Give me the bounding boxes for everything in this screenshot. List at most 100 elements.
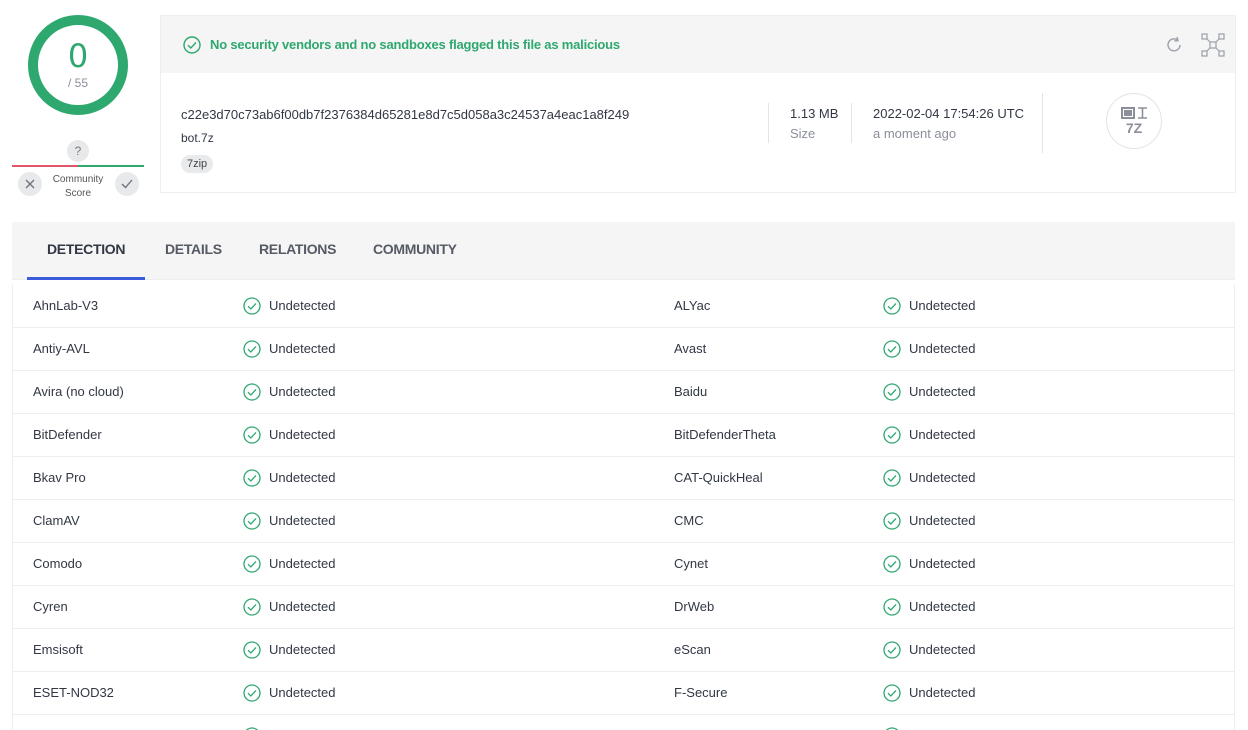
check-circle-icon — [243, 469, 269, 487]
detection-status: Undetected — [883, 629, 976, 671]
check-circle-icon — [243, 383, 269, 401]
status-text: Undetected — [909, 556, 976, 571]
file-hash[interactable]: c22e3d70c73ab6f00db7f2376384d65281e8d7c5… — [181, 107, 629, 122]
file-report-page: 0 / 55 ? Community Score No security ven… — [0, 0, 1248, 730]
vendor-name: Antiy-AVL — [33, 341, 90, 356]
status-text: Undetected — [909, 384, 976, 399]
check-circle-icon — [883, 297, 909, 315]
verdict-message: No security vendors and no sandboxes fla… — [210, 37, 620, 52]
check-circle-icon — [243, 512, 269, 530]
table-row: AhnLab-V3 Undetected ALYac Undetected — [13, 285, 1234, 328]
detection-status: Undetected — [243, 586, 336, 628]
tab-relations[interactable]: RELATIONS — [259, 222, 336, 280]
vendor-name: Cynet — [674, 556, 708, 571]
vendor-name: ClamAV — [33, 513, 80, 528]
check-circle-icon — [883, 426, 909, 444]
divider — [851, 103, 852, 143]
status-text: Undetected — [909, 513, 976, 528]
check-circle-icon — [883, 598, 909, 616]
table-row: Cyren Undetected DrWeb Undetected — [13, 586, 1234, 629]
detection-status: Undetected — [243, 500, 336, 542]
status-text: Undetected — [269, 298, 336, 313]
vendor-name: DrWeb — [674, 599, 715, 614]
file-size-label: Size — [790, 126, 816, 141]
table-row: Antiy-AVL Undetected Avast Undetected — [13, 328, 1234, 371]
file-type-text: 7Z — [1125, 120, 1143, 136]
detection-status — [243, 715, 269, 730]
detection-status: Undetected — [243, 414, 336, 456]
vote-harmful-button[interactable] — [18, 172, 42, 196]
community-score-bar — [12, 165, 144, 167]
check-circle-icon — [243, 426, 269, 444]
table-row: ESET-NOD32 Undetected F-Secure Undetected — [13, 672, 1234, 715]
vendor-name: Cyren — [33, 599, 68, 614]
vendor-name: BitDefender — [33, 427, 102, 442]
detection-status: Undetected — [243, 543, 336, 585]
detection-status: Undetected — [243, 672, 336, 714]
table-row: Avira (no cloud) Undetected Baidu Undetecte… — [13, 371, 1234, 414]
detection-table: AhnLab-V3 Undetected ALYac Undetected Antiy-… — [12, 285, 1235, 730]
table-row — [13, 715, 1234, 730]
check-circle-icon — [243, 297, 269, 315]
status-text: Undetected — [269, 685, 336, 700]
status-text: Undetected — [269, 599, 336, 614]
check-circle-icon — [883, 641, 909, 659]
tab-detection[interactable]: DETECTION — [26, 222, 146, 280]
file-tag[interactable]: 7zip — [181, 155, 214, 173]
reanalyze-icon[interactable] — [1163, 34, 1185, 56]
table-row: ClamAV Undetected CMC Undetected — [13, 500, 1234, 543]
table-row: Bkav Pro Undetected CAT-QuickHeal Undetecte… — [13, 457, 1234, 500]
table-row: Emsisoft Undetected eScan Undetected — [13, 629, 1234, 672]
status-text: Undetected — [909, 642, 976, 657]
vendor-name: Emsisoft — [33, 642, 83, 657]
detection-status: Undetected — [883, 543, 976, 585]
tab-community[interactable]: COMMUNITY — [373, 222, 457, 280]
check-circle-icon — [243, 555, 269, 573]
detection-status: Undetected — [883, 371, 976, 413]
file-size-value: 1.13 MB — [790, 106, 839, 121]
vote-harmless-button[interactable] — [115, 172, 139, 196]
vendor-name: ALYac — [674, 298, 711, 313]
status-text: Undetected — [909, 427, 976, 442]
check-circle-icon — [243, 641, 269, 659]
detection-status — [883, 715, 909, 730]
detection-status: Undetected — [883, 672, 976, 714]
vendor-name: AhnLab-V3 — [33, 298, 99, 313]
file-summary-card: No security vendors and no sandboxes fla… — [160, 15, 1236, 193]
status-text: Undetected — [269, 341, 336, 356]
check-circle-icon — [183, 35, 201, 54]
status-text: Undetected — [269, 513, 336, 528]
engine-total: / 55 — [67, 76, 88, 90]
detection-status: Undetected — [243, 457, 336, 499]
community-score-help-icon[interactable]: ? — [67, 140, 89, 162]
check-circle-icon — [243, 598, 269, 616]
table-row: Comodo Undetected Cynet Undetected — [13, 543, 1234, 586]
close-icon — [25, 179, 35, 189]
check-circle-icon — [883, 684, 909, 702]
detection-status: Undetected — [883, 586, 976, 628]
vendor-name: Avira (no cloud) — [33, 384, 124, 399]
status-text: Undetected — [269, 642, 336, 657]
status-text: Undetected — [269, 427, 336, 442]
vendor-name: Baidu — [674, 384, 708, 399]
detection-status: Undetected — [243, 328, 336, 370]
vendor-name: Comodo — [33, 556, 83, 571]
file-name: bot.7z — [181, 131, 214, 145]
check-circle-icon — [883, 555, 909, 573]
check-circle-icon — [883, 340, 909, 358]
divider — [1042, 93, 1043, 153]
detection-status: Undetected — [243, 285, 336, 327]
vendor-name: CAT-QuickHeal — [674, 470, 763, 485]
check-circle-icon — [243, 684, 269, 702]
check-circle-icon — [243, 340, 269, 358]
tab-details[interactable]: DETAILS — [165, 222, 222, 280]
status-text: Undetected — [269, 384, 336, 399]
vendor-name: Avast — [674, 341, 707, 356]
detection-score-ring: 0 / 55 — [28, 15, 128, 115]
checkmark-icon — [121, 179, 133, 189]
report-tabs: DETECTION DETAILS RELATIONS COMMUNITY — [12, 222, 1235, 280]
detection-status: Undetected — [883, 500, 976, 542]
community-score-label: Community Score — [52, 174, 104, 199]
detection-status: Undetected — [883, 457, 976, 499]
graph-view-icon[interactable] — [1201, 33, 1225, 57]
